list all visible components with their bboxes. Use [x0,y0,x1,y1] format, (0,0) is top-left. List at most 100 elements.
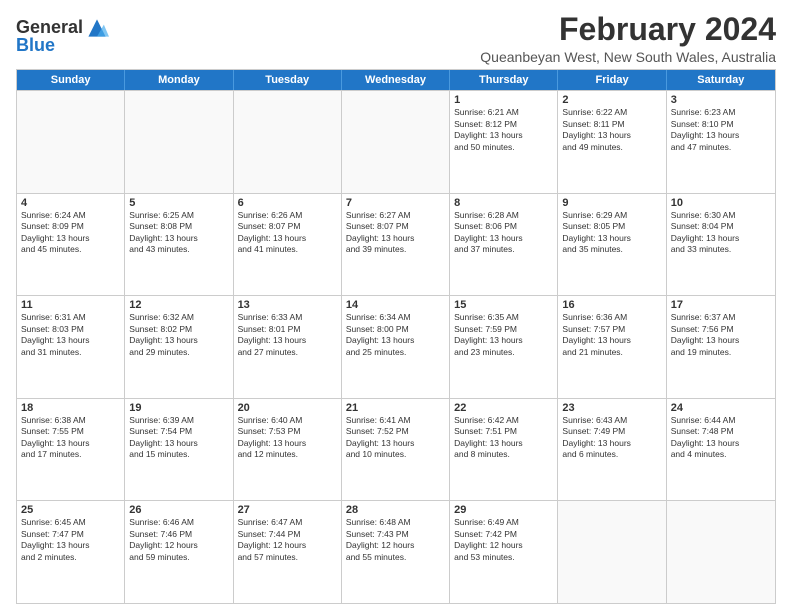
logo: General Blue [16,16,109,56]
calendar-header-cell: Sunday [17,70,125,90]
day-number: 28 [346,504,445,516]
calendar-week: 1Sunrise: 6:21 AMSunset: 8:12 PMDaylight… [17,90,775,193]
page: General Blue February 2024 Queanbeyan We… [0,0,792,612]
day-number: 25 [21,504,120,516]
calendar-header-cell: Monday [125,70,233,90]
calendar-cell: 28Sunrise: 6:48 AMSunset: 7:43 PMDayligh… [342,501,450,603]
day-info: Sunrise: 6:32 AMSunset: 8:02 PMDaylight:… [129,312,228,358]
calendar-cell [17,91,125,193]
day-info: Sunrise: 6:39 AMSunset: 7:54 PMDaylight:… [129,415,228,461]
calendar-cell: 29Sunrise: 6:49 AMSunset: 7:42 PMDayligh… [450,501,558,603]
day-info: Sunrise: 6:46 AMSunset: 7:46 PMDaylight:… [129,517,228,563]
calendar-header: SundayMondayTuesdayWednesdayThursdayFrid… [17,70,775,90]
header: General Blue February 2024 Queanbeyan We… [16,12,776,65]
day-number: 24 [671,402,771,414]
day-info: Sunrise: 6:42 AMSunset: 7:51 PMDaylight:… [454,415,553,461]
day-number: 11 [21,299,120,311]
day-info: Sunrise: 6:49 AMSunset: 7:42 PMDaylight:… [454,517,553,563]
calendar-header-cell: Thursday [450,70,558,90]
day-info: Sunrise: 6:43 AMSunset: 7:49 PMDaylight:… [562,415,661,461]
calendar-cell: 18Sunrise: 6:38 AMSunset: 7:55 PMDayligh… [17,399,125,501]
day-number: 6 [238,197,337,209]
day-info: Sunrise: 6:26 AMSunset: 8:07 PMDaylight:… [238,210,337,256]
day-number: 26 [129,504,228,516]
day-number: 20 [238,402,337,414]
day-number: 17 [671,299,771,311]
day-number: 2 [562,94,661,106]
calendar-cell: 3Sunrise: 6:23 AMSunset: 8:10 PMDaylight… [667,91,775,193]
calendar-header-cell: Friday [558,70,666,90]
day-info: Sunrise: 6:28 AMSunset: 8:06 PMDaylight:… [454,210,553,256]
day-number: 13 [238,299,337,311]
day-number: 18 [21,402,120,414]
day-info: Sunrise: 6:36 AMSunset: 7:57 PMDaylight:… [562,312,661,358]
calendar-cell: 12Sunrise: 6:32 AMSunset: 8:02 PMDayligh… [125,296,233,398]
calendar-cell: 6Sunrise: 6:26 AMSunset: 8:07 PMDaylight… [234,194,342,296]
calendar-week: 11Sunrise: 6:31 AMSunset: 8:03 PMDayligh… [17,295,775,398]
day-number: 8 [454,197,553,209]
day-info: Sunrise: 6:37 AMSunset: 7:56 PMDaylight:… [671,312,771,358]
calendar-cell: 19Sunrise: 6:39 AMSunset: 7:54 PMDayligh… [125,399,233,501]
calendar-cell: 20Sunrise: 6:40 AMSunset: 7:53 PMDayligh… [234,399,342,501]
calendar-cell: 4Sunrise: 6:24 AMSunset: 8:09 PMDaylight… [17,194,125,296]
calendar-cell [342,91,450,193]
calendar-week: 4Sunrise: 6:24 AMSunset: 8:09 PMDaylight… [17,193,775,296]
calendar-cell: 10Sunrise: 6:30 AMSunset: 8:04 PMDayligh… [667,194,775,296]
calendar-cell [125,91,233,193]
calendar-cell: 24Sunrise: 6:44 AMSunset: 7:48 PMDayligh… [667,399,775,501]
calendar-cell: 9Sunrise: 6:29 AMSunset: 8:05 PMDaylight… [558,194,666,296]
day-info: Sunrise: 6:35 AMSunset: 7:59 PMDaylight:… [454,312,553,358]
calendar-cell: 26Sunrise: 6:46 AMSunset: 7:46 PMDayligh… [125,501,233,603]
day-info: Sunrise: 6:45 AMSunset: 7:47 PMDaylight:… [21,517,120,563]
day-info: Sunrise: 6:29 AMSunset: 8:05 PMDaylight:… [562,210,661,256]
calendar-cell [558,501,666,603]
calendar-cell: 15Sunrise: 6:35 AMSunset: 7:59 PMDayligh… [450,296,558,398]
calendar-header-cell: Wednesday [342,70,450,90]
day-info: Sunrise: 6:24 AMSunset: 8:09 PMDaylight:… [21,210,120,256]
day-number: 14 [346,299,445,311]
day-info: Sunrise: 6:41 AMSunset: 7:52 PMDaylight:… [346,415,445,461]
calendar-cell: 23Sunrise: 6:43 AMSunset: 7:49 PMDayligh… [558,399,666,501]
calendar-cell: 2Sunrise: 6:22 AMSunset: 8:11 PMDaylight… [558,91,666,193]
day-info: Sunrise: 6:23 AMSunset: 8:10 PMDaylight:… [671,107,771,153]
day-info: Sunrise: 6:34 AMSunset: 8:00 PMDaylight:… [346,312,445,358]
day-info: Sunrise: 6:38 AMSunset: 7:55 PMDaylight:… [21,415,120,461]
day-info: Sunrise: 6:47 AMSunset: 7:44 PMDaylight:… [238,517,337,563]
day-info: Sunrise: 6:30 AMSunset: 8:04 PMDaylight:… [671,210,771,256]
day-number: 1 [454,94,553,106]
calendar-cell: 25Sunrise: 6:45 AMSunset: 7:47 PMDayligh… [17,501,125,603]
calendar-cell: 22Sunrise: 6:42 AMSunset: 7:51 PMDayligh… [450,399,558,501]
day-number: 16 [562,299,661,311]
calendar-week: 18Sunrise: 6:38 AMSunset: 7:55 PMDayligh… [17,398,775,501]
calendar-header-cell: Tuesday [234,70,342,90]
calendar-cell [234,91,342,193]
calendar-cell: 5Sunrise: 6:25 AMSunset: 8:08 PMDaylight… [125,194,233,296]
day-info: Sunrise: 6:27 AMSunset: 8:07 PMDaylight:… [346,210,445,256]
day-number: 27 [238,504,337,516]
day-number: 12 [129,299,228,311]
calendar-cell: 13Sunrise: 6:33 AMSunset: 8:01 PMDayligh… [234,296,342,398]
calendar-cell: 14Sunrise: 6:34 AMSunset: 8:00 PMDayligh… [342,296,450,398]
day-number: 3 [671,94,771,106]
day-number: 29 [454,504,553,516]
day-info: Sunrise: 6:48 AMSunset: 7:43 PMDaylight:… [346,517,445,563]
day-info: Sunrise: 6:21 AMSunset: 8:12 PMDaylight:… [454,107,553,153]
day-number: 10 [671,197,771,209]
calendar-cell: 8Sunrise: 6:28 AMSunset: 8:06 PMDaylight… [450,194,558,296]
subtitle: Queanbeyan West, New South Wales, Austra… [480,49,776,65]
day-number: 19 [129,402,228,414]
calendar-cell: 27Sunrise: 6:47 AMSunset: 7:44 PMDayligh… [234,501,342,603]
day-info: Sunrise: 6:40 AMSunset: 7:53 PMDaylight:… [238,415,337,461]
day-number: 9 [562,197,661,209]
calendar-cell [667,501,775,603]
calendar-cell: 1Sunrise: 6:21 AMSunset: 8:12 PMDaylight… [450,91,558,193]
day-number: 7 [346,197,445,209]
calendar-week: 25Sunrise: 6:45 AMSunset: 7:47 PMDayligh… [17,500,775,603]
calendar-header-cell: Saturday [667,70,775,90]
calendar-cell: 11Sunrise: 6:31 AMSunset: 8:03 PMDayligh… [17,296,125,398]
day-info: Sunrise: 6:31 AMSunset: 8:03 PMDaylight:… [21,312,120,358]
calendar-cell: 21Sunrise: 6:41 AMSunset: 7:52 PMDayligh… [342,399,450,501]
main-title: February 2024 [480,12,776,47]
day-info: Sunrise: 6:25 AMSunset: 8:08 PMDaylight:… [129,210,228,256]
calendar-cell: 16Sunrise: 6:36 AMSunset: 7:57 PMDayligh… [558,296,666,398]
